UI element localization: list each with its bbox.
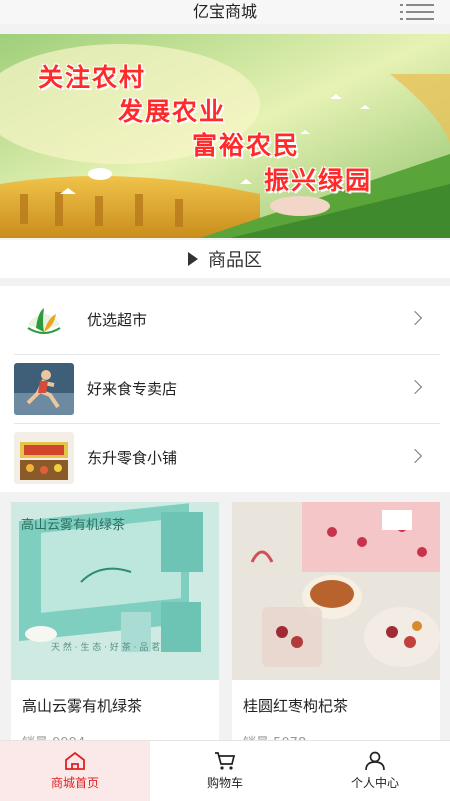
menu-icon[interactable] xyxy=(400,3,434,21)
store-list: 优选超市 好来食专卖店 东升零食小铺 xyxy=(0,286,450,492)
tab-label: 购物车 xyxy=(206,776,243,790)
banner-line-2: 发展农业 xyxy=(118,97,227,126)
play-triangle-icon xyxy=(188,252,198,266)
store-item[interactable]: 东升零食小铺 xyxy=(0,424,450,492)
jujube-tea-image xyxy=(232,502,440,680)
bottom-tab-bar: 商城首页 购物车 个人中心 xyxy=(0,740,450,801)
green-tea-image: 高山云雾有机绿茶 天 然 · 生 态 · 好 茶 · 品 茗 xyxy=(11,502,219,680)
store-name: 好来食专卖店 xyxy=(87,380,178,398)
product-name: 高山云雾有机绿茶 xyxy=(22,697,143,715)
product-card[interactable]: 桂圆红枣枸杞茶 销量 5078 xyxy=(232,502,440,740)
product-sales: 销量 5078 xyxy=(243,732,306,740)
section-header-goods[interactable]: 商品区 xyxy=(0,240,450,278)
box-subtitle: 天 然 · 生 态 · 好 茶 · 品 茗 xyxy=(51,643,161,653)
banner-line-3: 富裕农民 xyxy=(192,131,301,160)
cart-icon xyxy=(215,752,236,770)
product-grid: 高山云雾有机绿茶 天 然 · 生 态 · 好 茶 · 品 茗 高山云雾有机绿茶 … xyxy=(0,493,450,740)
store-item[interactable]: 好来食专卖店 xyxy=(0,355,450,423)
tab-home[interactable]: 商城首页 xyxy=(0,741,150,801)
product-name: 桂圆红枣枸杞茶 xyxy=(243,697,349,715)
tab-label: 商城首页 xyxy=(50,776,99,790)
app-title: 亿宝商城 xyxy=(192,2,257,21)
promo-banner[interactable]: 关注农村 发展农业 富裕农民 振兴绿园 xyxy=(0,34,450,238)
store-name: 优选超市 xyxy=(87,311,148,329)
store-name: 东升零食小铺 xyxy=(87,449,178,467)
runner-photo xyxy=(14,363,74,415)
product-card[interactable]: 高山云雾有机绿茶 天 然 · 生 态 · 好 茶 · 品 茗 高山云雾有机绿茶 … xyxy=(11,502,219,740)
box-title: 高山云雾有机绿茶 xyxy=(21,518,126,533)
user-icon xyxy=(365,751,385,771)
banner-line-4: 振兴绿园 xyxy=(264,166,373,195)
home-icon xyxy=(65,751,85,770)
tab-profile[interactable]: 个人中心 xyxy=(300,741,450,801)
leaf-logo-icon xyxy=(14,294,74,346)
section-label: 商品区 xyxy=(208,250,262,271)
tab-label: 个人中心 xyxy=(350,776,399,790)
tab-cart[interactable]: 购物车 xyxy=(150,741,300,801)
snack-shop-photo xyxy=(14,432,74,484)
chevron-right-icon xyxy=(407,379,423,395)
chevron-right-icon xyxy=(407,310,423,326)
top-bar: 亿宝商城 xyxy=(0,0,450,24)
product-sales: 销量 9994 xyxy=(22,732,85,740)
chevron-right-icon xyxy=(407,448,423,464)
banner-line-1: 关注农村 xyxy=(38,63,147,92)
store-item[interactable]: 优选超市 xyxy=(0,286,450,354)
